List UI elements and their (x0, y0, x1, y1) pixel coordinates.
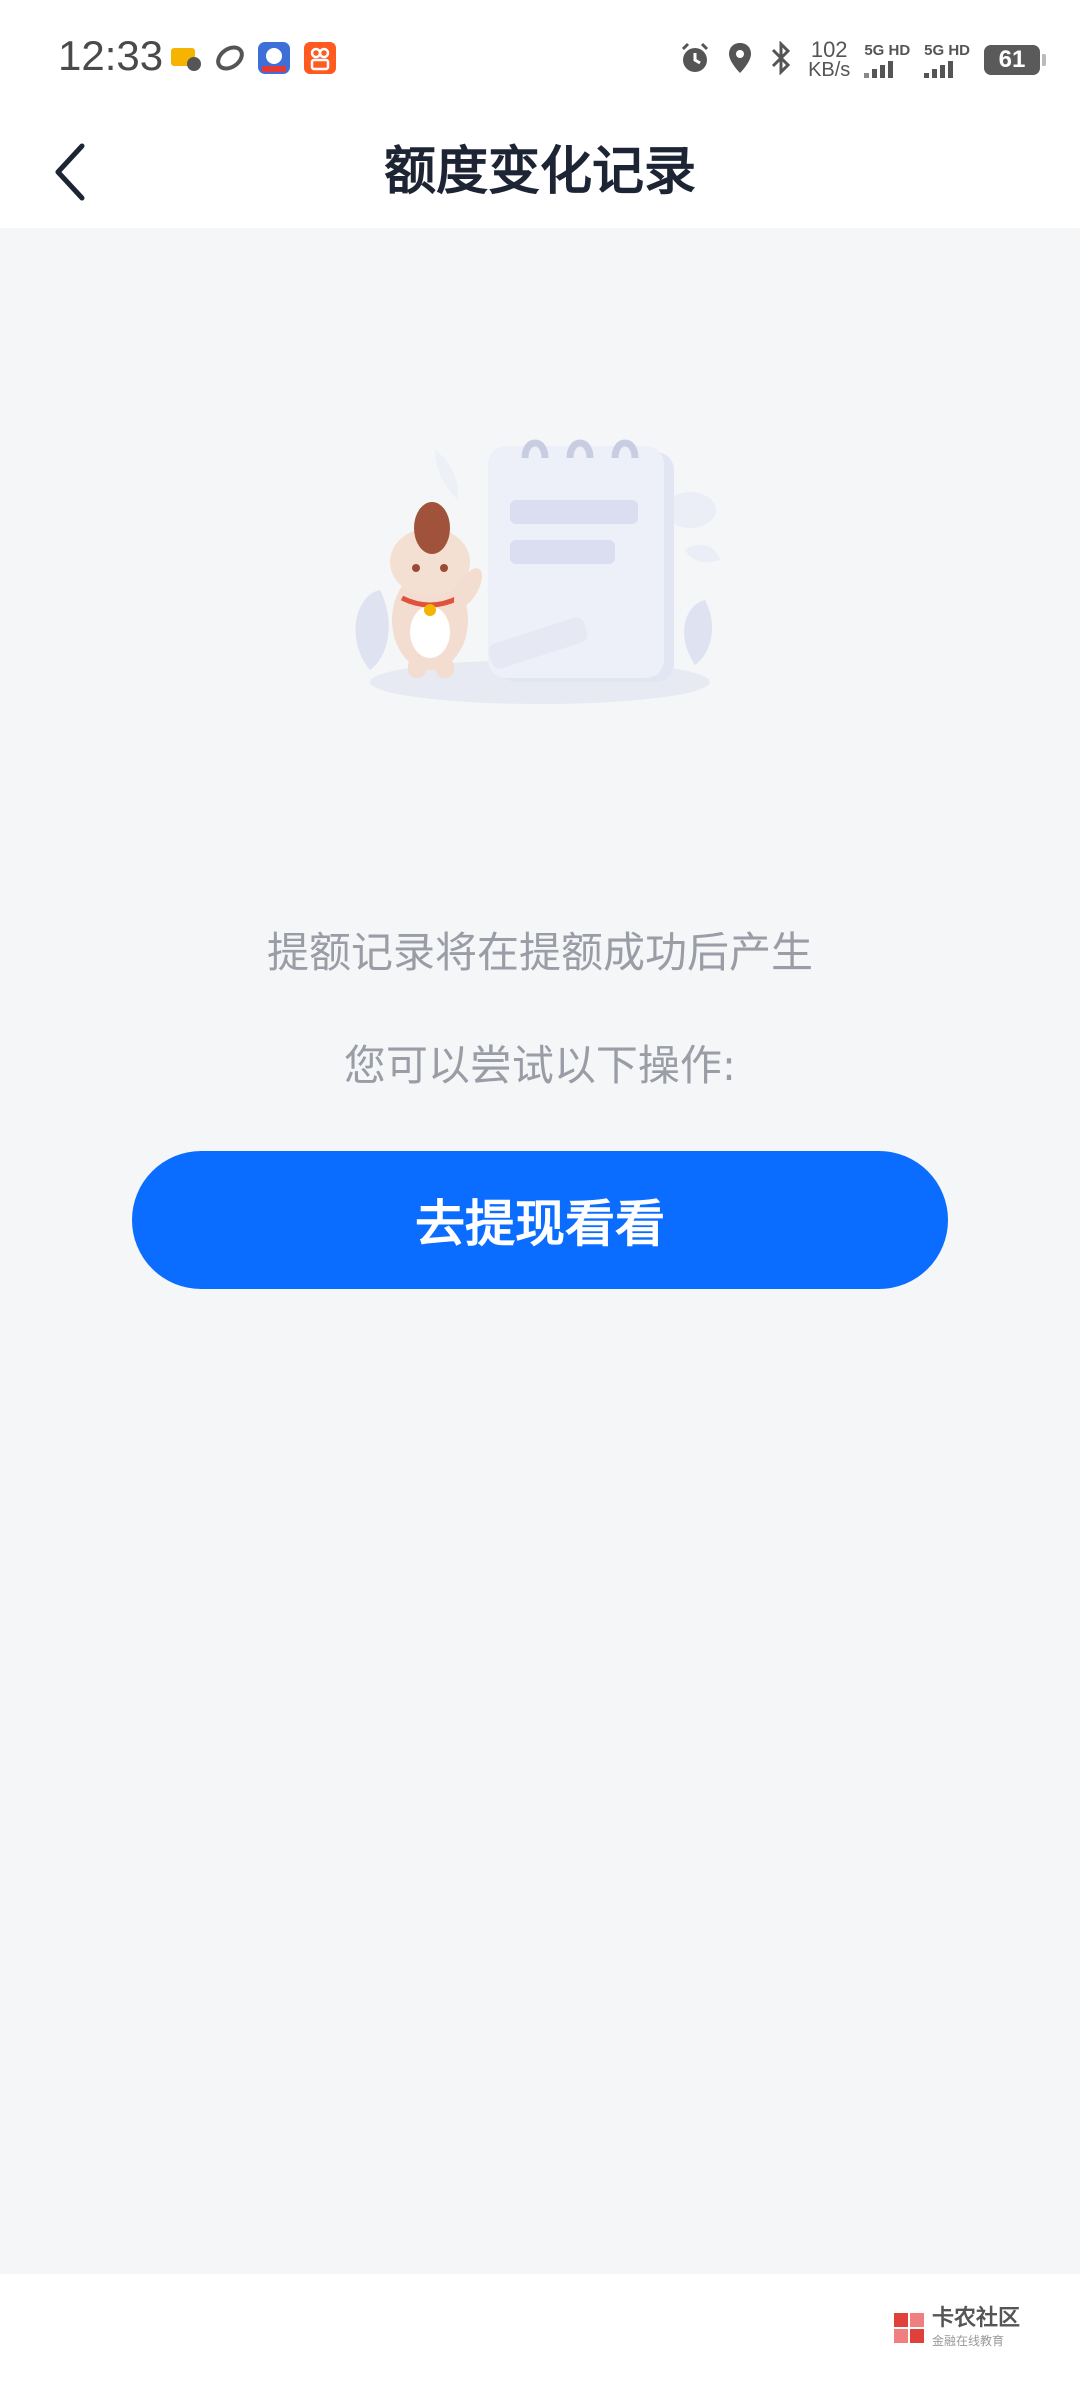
bluetooth-icon (768, 40, 794, 79)
watermark-subtitle: 金融在线教育 (931, 2334, 1004, 2348)
bottom-area: 卡农社区 金融在线教育 (0, 2274, 1080, 2400)
alarm-icon (678, 41, 712, 79)
watermark-logo: 卡农社区 金融在线教育 (892, 2308, 1020, 2352)
signal-bars-icon (924, 60, 954, 78)
empty-hint: 您可以尝试以下操作: (343, 1041, 737, 1090)
status-right-group: 102 KB/s 5G HD 5G HD 61 (678, 34, 1046, 86)
page-title: 额度变化记录 (383, 142, 696, 202)
news-app-icon (256, 40, 292, 76)
net-speed-unit: KB/s (808, 59, 851, 81)
signal-bars-icon (864, 60, 894, 78)
weather-app-icon (168, 40, 204, 76)
sim2-label: 5G HD (924, 42, 970, 59)
sim2-signal: 5G HD (924, 42, 970, 78)
location-icon (726, 41, 754, 79)
sim1-label: 5G HD (864, 42, 911, 59)
status-time: 12:33 (58, 32, 164, 79)
watermark-title: 卡农社区 (931, 2306, 1020, 2331)
net-speed: 102 KB/s (808, 37, 851, 81)
video-app-icon (302, 40, 338, 76)
net-speed-value: 102 (810, 37, 848, 62)
go-withdraw-button[interactable]: 去提现看看 (132, 1151, 948, 1289)
battery-level: 61 (998, 46, 1026, 73)
sim1-signal: 5G HD (864, 42, 910, 78)
battery-icon: 61 (984, 45, 1046, 75)
mascot-notebook-illustration (340, 420, 740, 740)
community-logo-icon (892, 2311, 926, 2349)
status-bar: 12:33 102 KB/s 5G HD 5G HD 61 (0, 0, 1080, 120)
watermark-text: 卡农社区 金融在线教育 (932, 2308, 1020, 2352)
empty-message: 提额记录将在提额成功后产生 (266, 928, 813, 977)
app-header: 额度变化记录 (0, 120, 1080, 228)
screen: 12:33 102 KB/s 5G HD 5G HD 61 额度变化记录 提额记… (0, 0, 1080, 2400)
sync-app-icon (212, 40, 248, 76)
